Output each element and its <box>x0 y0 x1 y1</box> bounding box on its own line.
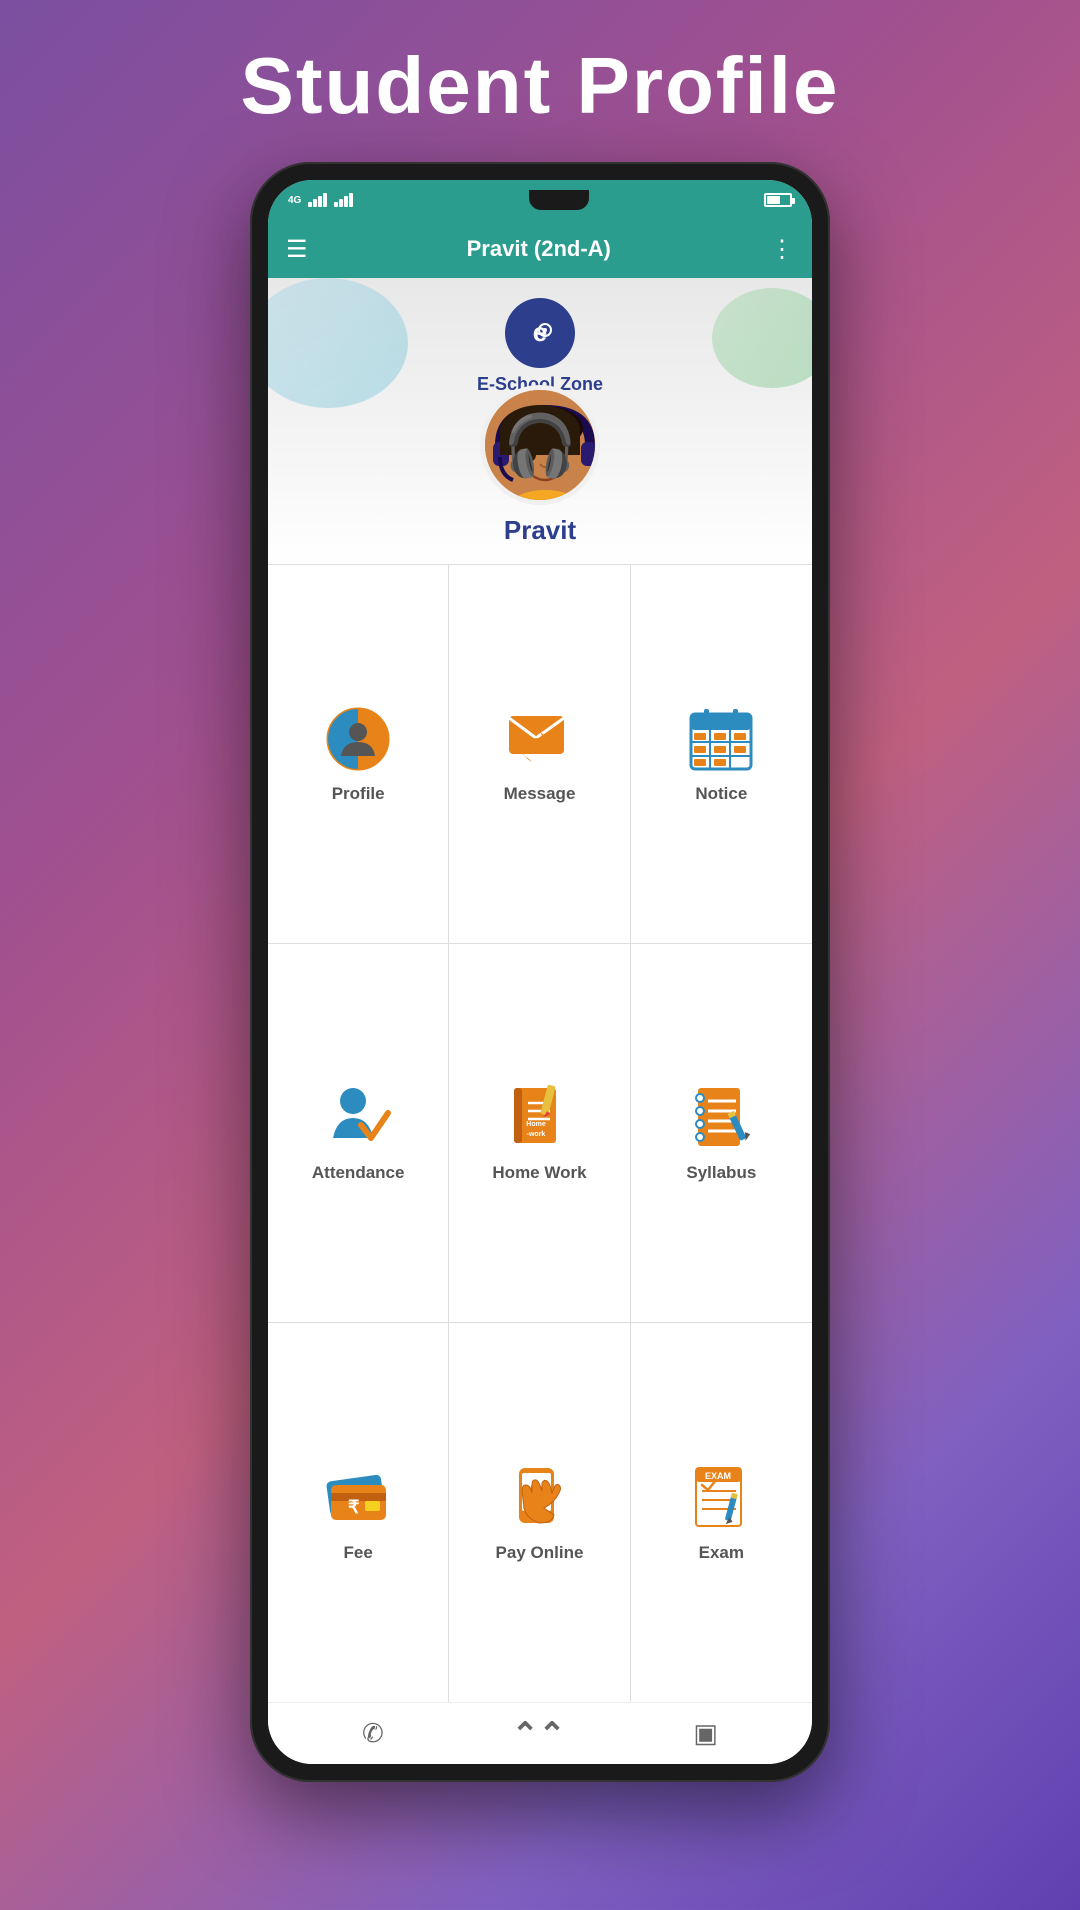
syllabus-label: Syllabus <box>686 1163 756 1183</box>
battery-fill <box>767 196 780 204</box>
fee-icon: ₹ <box>323 1463 393 1533</box>
student-name: Pravit <box>504 515 576 546</box>
signal-bar-4 <box>323 193 327 207</box>
menu-item-fee[interactable]: ₹ Fee <box>268 1323 449 1702</box>
exam-icon: EXAM <box>686 1463 756 1533</box>
menu-item-message[interactable]: Message <box>449 565 630 944</box>
bg-deco-left <box>268 278 408 408</box>
profile-icon <box>323 704 393 774</box>
menu-item-profile[interactable]: Profile <box>268 565 449 944</box>
network-type: 4G <box>288 195 301 206</box>
svg-text:Home: Home <box>527 1121 547 1128</box>
notice-label: Notice <box>695 784 747 804</box>
avatar-face <box>485 390 595 500</box>
menu-item-payonline[interactable]: $ Pay Online <box>449 1323 630 1702</box>
signal-bar-2 <box>313 199 317 207</box>
profile-section: e E-School Zone <box>268 278 812 564</box>
menu-item-exam[interactable]: EXAM Exam <box>631 1323 812 1702</box>
app-topbar: ☰ Pravit (2nd-A) ⋮ <box>268 220 812 278</box>
message-label: Message <box>504 784 576 804</box>
camera-notch <box>529 190 589 210</box>
attendance-icon <box>323 1083 393 1153</box>
school-logo-svg: e <box>515 308 565 358</box>
homework-label: Home Work <box>492 1163 586 1183</box>
camera-icon[interactable]: ▣ <box>693 1718 718 1749</box>
phone-screen: 4G ☰ Pravit <box>268 180 812 1764</box>
menu-item-notice[interactable]: Notice <box>631 565 812 944</box>
more-options-icon[interactable]: ⋮ <box>770 235 794 264</box>
notice-icon <box>686 704 756 774</box>
school-logo: e <box>505 298 575 368</box>
status-bar: 4G <box>268 180 812 220</box>
signal-bar-8 <box>349 193 353 207</box>
payonline-icon: $ <box>504 1463 574 1533</box>
exam-label: Exam <box>699 1543 744 1563</box>
menu-item-syllabus[interactable]: Syllabus <box>631 944 812 1323</box>
svg-text:EXAM: EXAM <box>705 1471 731 1481</box>
signal-bar-5 <box>334 202 338 207</box>
profile-label: Profile <box>332 784 385 804</box>
page-title: Student Profile <box>241 40 840 132</box>
phone-call-icon[interactable]: ✆ <box>362 1718 384 1749</box>
student-avatar <box>480 385 600 505</box>
menu-item-homework[interactable]: Home -work Home Work <box>449 944 630 1323</box>
grid-menu: Profile Message <box>268 564 812 1702</box>
fee-label: Fee <box>344 1543 373 1563</box>
payonline-label: Pay Online <box>496 1543 584 1563</box>
bottom-navigation-bar: ✆ ⌃⌃ ▣ <box>268 1702 812 1764</box>
signal-bar-6 <box>339 199 343 207</box>
homework-icon: Home -work <box>504 1083 574 1153</box>
battery-indicator <box>764 193 792 207</box>
signal-area: 4G <box>288 193 353 207</box>
svg-text:₹: ₹ <box>348 1497 360 1517</box>
phone-mockup: 4G ☰ Pravit <box>250 162 830 1782</box>
svg-text:-work: -work <box>527 1131 546 1138</box>
bg-deco-right <box>712 288 812 388</box>
signal-bar-7 <box>344 196 348 207</box>
avatar-svg <box>485 390 595 500</box>
menu-item-attendance[interactable]: Attendance <box>268 944 449 1323</box>
hamburger-menu-icon[interactable]: ☰ <box>286 235 308 264</box>
syllabus-icon <box>686 1083 756 1153</box>
attendance-label: Attendance <box>312 1163 405 1183</box>
up-chevron-icon[interactable]: ⌃⌃ <box>512 1715 566 1753</box>
app-bar-title: Pravit (2nd-A) <box>467 236 611 262</box>
signal-bar-3 <box>318 196 322 207</box>
message-icon <box>504 704 574 774</box>
signal-bar-1 <box>308 202 312 207</box>
